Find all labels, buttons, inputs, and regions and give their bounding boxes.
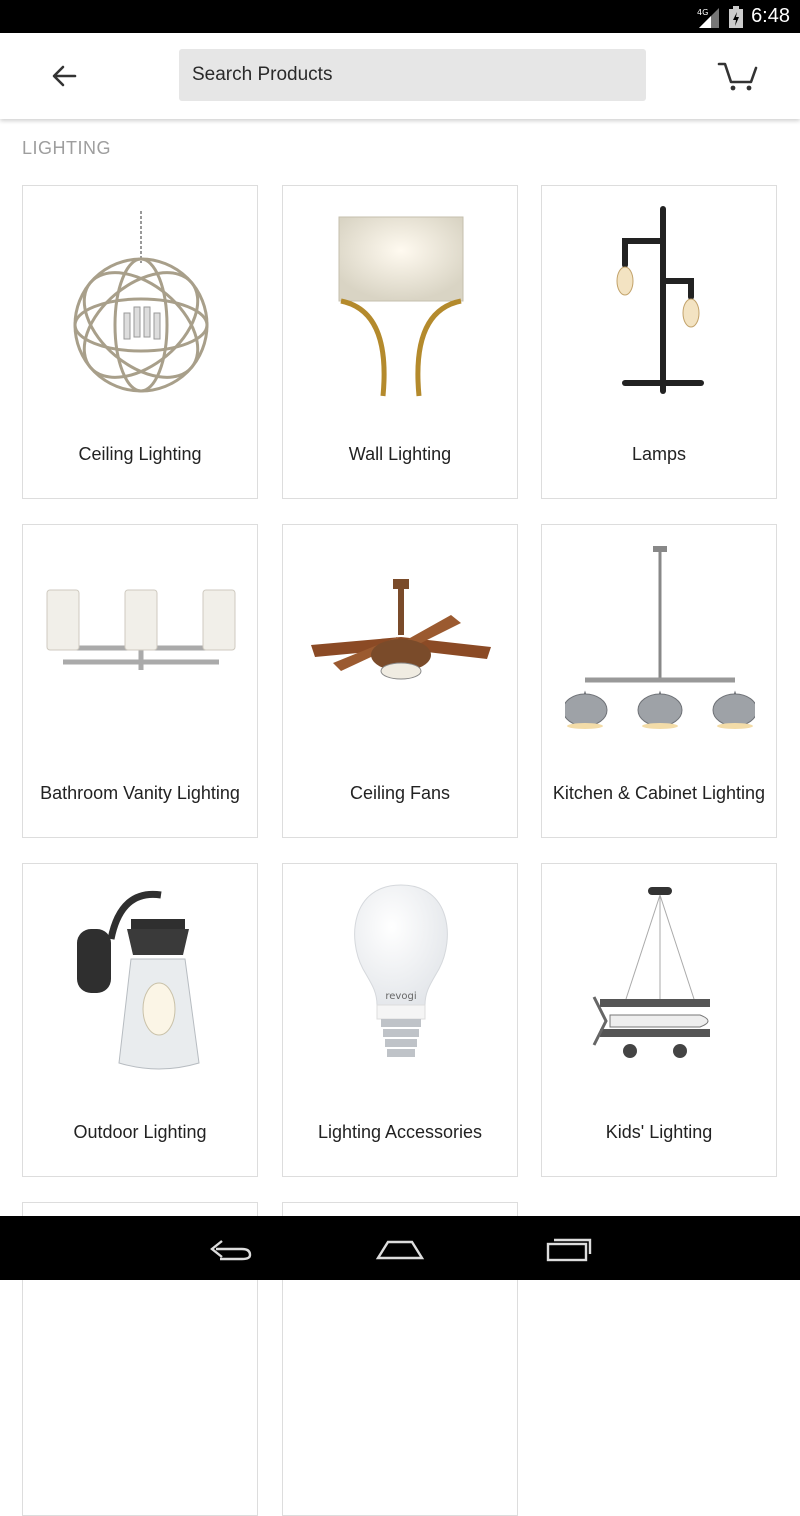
- orb-chandelier-image: [23, 196, 259, 406]
- category-card-kids-lighting[interactable]: Kids' Lighting: [541, 863, 777, 1177]
- section-title: LIGHTING: [22, 138, 112, 158]
- category-label: Outdoor Lighting: [73, 1121, 207, 1142]
- category-label: Ceiling Fans: [349, 782, 451, 803]
- battery-icon: [729, 5, 744, 28]
- search-box[interactable]: [179, 49, 646, 101]
- category-label: Ceiling Lighting: [78, 443, 202, 464]
- back-button[interactable]: [40, 53, 88, 99]
- system-nav-bar: [0, 1216, 800, 1280]
- nav-recents-button[interactable]: [485, 1216, 655, 1280]
- nav-home-icon: [375, 1240, 425, 1260]
- category-card-outdoor-lighting[interactable]: Outdoor Lighting: [22, 863, 258, 1177]
- signal-icon: 4G: [697, 7, 720, 28]
- category-label: Wall Lighting: [348, 443, 452, 464]
- pipe-lamp-image: [542, 196, 778, 406]
- vanity-light-image: [23, 535, 259, 745]
- nav-recents-icon: [546, 1238, 592, 1262]
- nav-home-button[interactable]: [315, 1216, 485, 1280]
- shopping-cart-icon: [717, 62, 758, 91]
- svg-text:revogi: revogi: [385, 991, 416, 1002]
- pendant-bar-image: [542, 535, 778, 745]
- arrow-left-icon: [52, 65, 77, 87]
- search-input[interactable]: [190, 63, 646, 87]
- svg-text:4G: 4G: [697, 8, 708, 17]
- category-label: Lamps: [631, 443, 687, 464]
- category-card-bathroom-vanity-lighting[interactable]: Bathroom Vanity Lighting: [22, 524, 258, 838]
- airplane-pendant-image: [542, 874, 778, 1084]
- category-card-ceiling-lighting[interactable]: Ceiling Lighting: [22, 185, 258, 499]
- ceiling-fan-image: [283, 535, 519, 745]
- category-card-lighting-accessories[interactable]: revogi Lighting Accessories: [282, 863, 518, 1177]
- category-label: Kitchen & Cabinet Lighting: [552, 782, 766, 803]
- category-card-kitchen-cabinet-lighting[interactable]: Kitchen & Cabinet Lighting: [541, 524, 777, 838]
- category-card-lamps[interactable]: Lamps: [541, 185, 777, 499]
- wall-sconce-image: [283, 196, 519, 406]
- category-label: Bathroom Vanity Lighting: [40, 782, 240, 803]
- cart-button[interactable]: [710, 53, 766, 99]
- clock: 6:48: [751, 5, 790, 27]
- category-card-wall-lighting[interactable]: Wall Lighting: [282, 185, 518, 499]
- category-label: Kids' Lighting: [605, 1121, 713, 1142]
- status-bar: 4G 6:48: [0, 0, 800, 33]
- category-card-ceiling-fans[interactable]: Ceiling Fans: [282, 524, 518, 838]
- lantern-image: [23, 874, 259, 1084]
- app-bar: [0, 33, 800, 119]
- light-bulb-image: revogi: [283, 874, 519, 1084]
- status-icons: 4G 6:48: [697, 4, 790, 29]
- nav-back-icon: [210, 1240, 252, 1261]
- nav-back-button[interactable]: [145, 1216, 315, 1280]
- category-label: Lighting Accessories: [317, 1121, 483, 1142]
